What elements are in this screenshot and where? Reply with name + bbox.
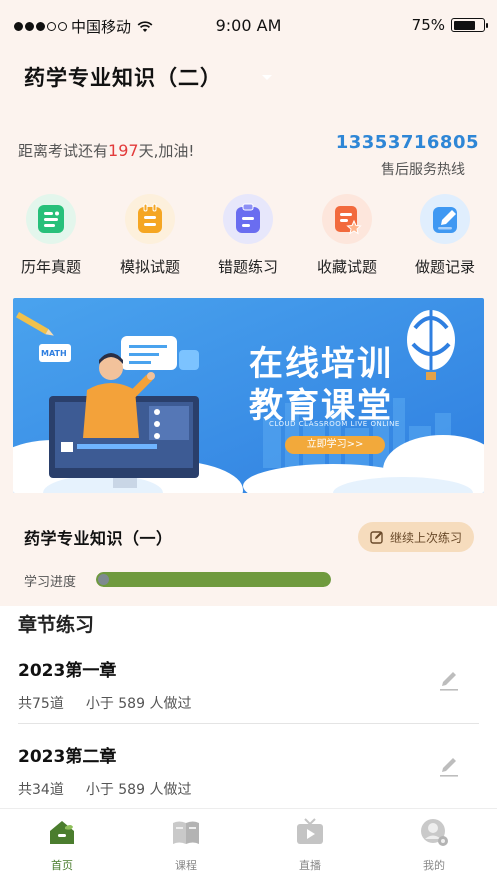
banner-badge: MATH bbox=[41, 349, 67, 358]
chapter-question-count: 共34道 bbox=[18, 782, 64, 798]
status-bar: 中国移动 9:00 AM 75% bbox=[0, 10, 497, 40]
continue-practice-button[interactable]: 继续上次练习 bbox=[358, 522, 474, 552]
nav-label: 收藏试题 bbox=[316, 258, 377, 276]
book-icon bbox=[173, 821, 199, 844]
promo-banner[interactable]: MATH 在线培训 教育课堂 CLOUD CLASSROOM LIVE ONLI… bbox=[13, 298, 484, 493]
nav-label: 历年真题 bbox=[20, 258, 81, 276]
chapter-item[interactable]: 2023第一章 共75道 小于 589 人做过 bbox=[18, 656, 480, 713]
progress-label: 学习进度 bbox=[24, 575, 77, 590]
nav-item-favorites[interactable]: 收藏试题 bbox=[307, 194, 387, 277]
tab-label: 首页 bbox=[51, 859, 73, 872]
tab-label: 我的 bbox=[423, 859, 445, 872]
tab-courses[interactable]: 课程 bbox=[146, 817, 226, 873]
exam-paper-icon bbox=[26, 194, 76, 244]
tv-icon bbox=[297, 818, 323, 844]
record-edit-icon bbox=[420, 194, 470, 244]
home-icon bbox=[50, 821, 74, 844]
wrong-question-icon bbox=[223, 194, 273, 244]
hotline-phone[interactable]: 13353716805 bbox=[336, 132, 479, 153]
subject-selector[interactable]: 药学专业知识（二） bbox=[24, 62, 272, 92]
progress-knob bbox=[98, 574, 109, 585]
tab-home[interactable]: 首页 bbox=[22, 817, 102, 873]
chapter-item[interactable]: 2023第二章 共34道 小于 589 人做过 bbox=[18, 742, 480, 799]
tab-label: 课程 bbox=[175, 859, 197, 872]
quick-nav: 历年真题 模拟试题 错题练习 收藏试题 做题记录 bbox=[0, 194, 497, 284]
battery-percent: 75% bbox=[411, 16, 445, 34]
progress-fill bbox=[96, 572, 331, 587]
hotline-label: 售后服务热线 bbox=[381, 162, 465, 178]
divider bbox=[18, 723, 479, 724]
nav-item-mock-tests[interactable]: 模拟试题 bbox=[110, 194, 190, 277]
tab-live[interactable]: 直播 bbox=[270, 817, 350, 873]
chevron-down-icon bbox=[262, 74, 272, 80]
nav-item-wrong-questions[interactable]: 错题练习 bbox=[208, 194, 288, 277]
battery-icon bbox=[451, 18, 488, 32]
tab-profile[interactable]: 我的 bbox=[394, 817, 474, 873]
nav-item-records[interactable]: 做题记录 bbox=[405, 194, 485, 277]
chapter-name: 2023第二章 bbox=[18, 747, 117, 767]
chapter-done-count: 小于 589 人做过 bbox=[85, 696, 192, 712]
edit-icon bbox=[370, 531, 383, 544]
nav-label: 模拟试题 bbox=[119, 258, 180, 276]
progress-bar bbox=[96, 572, 331, 587]
favorite-icon bbox=[322, 194, 372, 244]
profile-icon bbox=[421, 819, 448, 846]
exam-countdown: 距离考试还有197天,加油! bbox=[18, 140, 194, 161]
service-hotline[interactable]: 13353716805 售后服务热线 bbox=[336, 132, 479, 179]
bottom-tab-bar: 首页 课程 直播 我的 bbox=[0, 808, 497, 883]
nav-label: 错题练习 bbox=[217, 258, 278, 276]
section-title: 章节练习 bbox=[18, 614, 95, 636]
countdown-prefix: 距离考试还有 bbox=[18, 142, 109, 160]
banner-cta-button[interactable]: 立即学习>> bbox=[285, 436, 385, 454]
nav-label: 做题记录 bbox=[414, 258, 475, 276]
chapter-done-count: 小于 589 人做过 bbox=[85, 782, 192, 798]
nav-item-past-exams[interactable]: 历年真题 bbox=[11, 194, 91, 277]
countdown-suffix: 天,加油! bbox=[138, 142, 195, 160]
pencil-icon[interactable] bbox=[438, 756, 460, 778]
current-course-name: 药学专业知识（一） bbox=[24, 529, 173, 548]
page-title: 药学专业知识（二） bbox=[24, 66, 222, 90]
banner-subtitle: CLOUD CLASSROOM LIVE ONLINE bbox=[269, 420, 400, 428]
chapter-name: 2023第一章 bbox=[18, 661, 117, 681]
pencil-icon[interactable] bbox=[438, 670, 460, 692]
tab-label: 直播 bbox=[299, 859, 321, 872]
clipboard-icon bbox=[125, 194, 175, 244]
chapter-question-count: 共75道 bbox=[18, 696, 64, 712]
countdown-days: 197 bbox=[108, 141, 139, 160]
continue-label: 继续上次练习 bbox=[389, 530, 462, 545]
